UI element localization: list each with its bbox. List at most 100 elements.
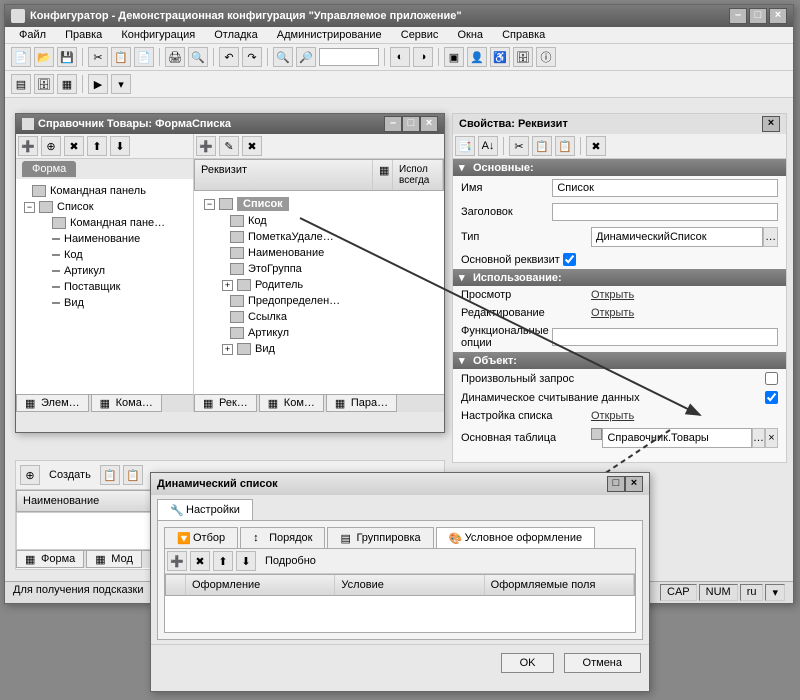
tab-gruppirovka[interactable]: ▤Группировка — [327, 527, 433, 548]
prop-proizv-check[interactable] — [765, 372, 778, 385]
tab-uslovnoe[interactable]: 🎨Условное оформление — [436, 527, 595, 548]
down2-icon[interactable]: ⬇ — [236, 551, 256, 571]
cut2-icon[interactable]: ✂ — [509, 136, 529, 156]
tree-item[interactable]: Ссылка — [198, 309, 440, 325]
tree-item[interactable]: Поставщик — [20, 279, 189, 295]
close-button[interactable]: × — [769, 8, 787, 24]
collapse-icon[interactable]: − — [204, 199, 215, 210]
prop-prosmotr-link[interactable]: Открыть — [591, 289, 634, 301]
menu-config[interactable]: Конфигурация — [113, 27, 203, 43]
search-icon[interactable]: 🔍 — [273, 47, 293, 67]
bottom-tab-forma[interactable]: ▦Форма — [16, 551, 84, 568]
form-close-button[interactable]: × — [420, 116, 438, 132]
prop-mainrekv-check[interactable] — [563, 253, 576, 266]
tree-item[interactable]: Наименование — [198, 245, 440, 261]
tree-item[interactable]: Вид — [20, 295, 189, 311]
tree-item[interactable]: −Список — [20, 199, 189, 215]
bottom-tab-koma[interactable]: ▦Кома… — [91, 395, 162, 412]
menu-admin[interactable]: Администрирование — [269, 27, 390, 43]
bottom-tab-rek[interactable]: ▦Рек… — [194, 395, 257, 412]
prop-osntab-input[interactable] — [602, 428, 751, 448]
status-dropdown-icon[interactable]: ▾ — [765, 584, 785, 601]
undo-icon[interactable]: ↶ — [219, 47, 239, 67]
tree-item[interactable]: −Список — [198, 195, 440, 213]
tree-item[interactable]: Код — [198, 213, 440, 229]
copy3-icon[interactable]: 📋 — [532, 136, 552, 156]
section-use[interactable]: ▾Использование: — [453, 269, 786, 286]
edit-icon[interactable]: ✎ — [219, 136, 239, 156]
prop-tip-input[interactable] — [591, 227, 763, 247]
paste2-icon[interactable]: 📋 — [123, 465, 143, 485]
tool-d-icon[interactable]: 👤 — [467, 47, 487, 67]
col-uslovie[interactable]: Условие — [335, 575, 484, 595]
up-icon[interactable]: ⬆ — [87, 136, 107, 156]
new-icon[interactable]: 📄 — [11, 47, 31, 67]
ellipsis-button[interactable]: … — [763, 227, 778, 247]
add-icon[interactable]: ➕ — [18, 136, 38, 156]
tree-item[interactable]: +Родитель — [198, 277, 440, 293]
print-icon[interactable]: 🖨 — [165, 47, 185, 67]
toolbar2-c-icon[interactable]: ▦ — [57, 74, 77, 94]
status-lang[interactable]: ru — [740, 584, 764, 601]
tool-e-icon[interactable]: ♿ — [490, 47, 510, 67]
tree-item[interactable]: Командная пане… — [20, 215, 189, 231]
bottom-tab-kom[interactable]: ▦Ком… — [259, 395, 324, 412]
tab-otbor[interactable]: 🔽Отбор — [164, 527, 238, 548]
tool-f-icon[interactable]: 🗄 — [513, 47, 533, 67]
menu-edit[interactable]: Правка — [57, 27, 110, 43]
col-icon[interactable]: ▦ — [373, 160, 393, 190]
sort-cat-icon[interactable]: 📑 — [455, 136, 475, 156]
tree-item[interactable]: +Вид — [198, 341, 440, 357]
tab-poryadok[interactable]: ↕Порядок — [240, 527, 325, 548]
copy-icon[interactable]: 📋 — [111, 47, 131, 67]
tool-c-icon[interactable]: ▣ — [444, 47, 464, 67]
col-polya[interactable]: Оформляемые поля — [485, 575, 634, 595]
del-row-icon[interactable]: ✖ — [190, 551, 210, 571]
tree-item[interactable]: ПометкаУдале… — [198, 229, 440, 245]
props-close-button[interactable]: × — [762, 116, 780, 132]
toolbar2-b-icon[interactable]: 🗄 — [34, 74, 54, 94]
collapse-icon[interactable]: ▾ — [459, 354, 469, 367]
clear-button[interactable]: × — [765, 428, 778, 448]
expand-icon[interactable]: + — [222, 280, 233, 291]
clear-icon[interactable]: ✖ — [586, 136, 606, 156]
preview-icon[interactable]: 🔍 — [188, 47, 208, 67]
col-check[interactable] — [166, 575, 186, 595]
tree-item[interactable]: Артикул — [198, 325, 440, 341]
redo-icon[interactable]: ↷ — [242, 47, 262, 67]
add-row-icon[interactable]: ➕ — [167, 551, 187, 571]
down-icon[interactable]: ⬇ — [110, 136, 130, 156]
prop-dynread-check[interactable] — [765, 391, 778, 404]
prop-redakt-link[interactable]: Открыть — [591, 307, 634, 319]
ellipsis-button[interactable]: … — [752, 428, 765, 448]
menu-windows[interactable]: Окна — [449, 27, 491, 43]
tree-item[interactable]: Наименование — [20, 231, 189, 247]
menu-help[interactable]: Справка — [494, 27, 553, 43]
tree-item[interactable]: Артикул — [20, 263, 189, 279]
detail-label[interactable]: Подробно — [259, 555, 322, 567]
dialog-close-button[interactable]: × — [625, 476, 643, 492]
help-icon[interactable]: ⓘ — [536, 47, 556, 67]
form-max-button[interactable]: □ — [402, 116, 420, 132]
tree-item[interactable]: Предопределен… — [198, 293, 440, 309]
tab-form[interactable]: Форма — [22, 161, 76, 177]
collapse-icon[interactable]: ▾ — [459, 271, 469, 284]
up2-icon[interactable]: ⬆ — [213, 551, 233, 571]
prop-zag-input[interactable] — [552, 203, 778, 221]
col-oformlenie[interactable]: Оформление — [186, 575, 335, 595]
menu-service[interactable]: Сервис — [393, 27, 447, 43]
tree-item[interactable]: Командная панель — [20, 183, 189, 199]
bottom-tab-elem[interactable]: ▦Элем… — [16, 395, 89, 412]
toolbar2-a-icon[interactable]: ▤ — [11, 74, 31, 94]
tool-a-icon[interactable]: ◐ — [390, 47, 410, 67]
add-child-icon[interactable]: ⊕ — [41, 136, 61, 156]
delete-icon[interactable]: ✖ — [64, 136, 84, 156]
prop-name-input[interactable] — [552, 179, 778, 197]
add-icon[interactable]: ➕ — [196, 136, 216, 156]
paste3-icon[interactable]: 📋 — [555, 136, 575, 156]
prop-funcopt-input[interactable] — [552, 328, 778, 346]
tree-item[interactable]: ЭтоГруппа — [198, 261, 440, 277]
collapse-icon[interactable]: − — [24, 202, 35, 213]
delete-icon[interactable]: ✖ — [242, 136, 262, 156]
ok-button[interactable]: OK — [501, 653, 555, 673]
